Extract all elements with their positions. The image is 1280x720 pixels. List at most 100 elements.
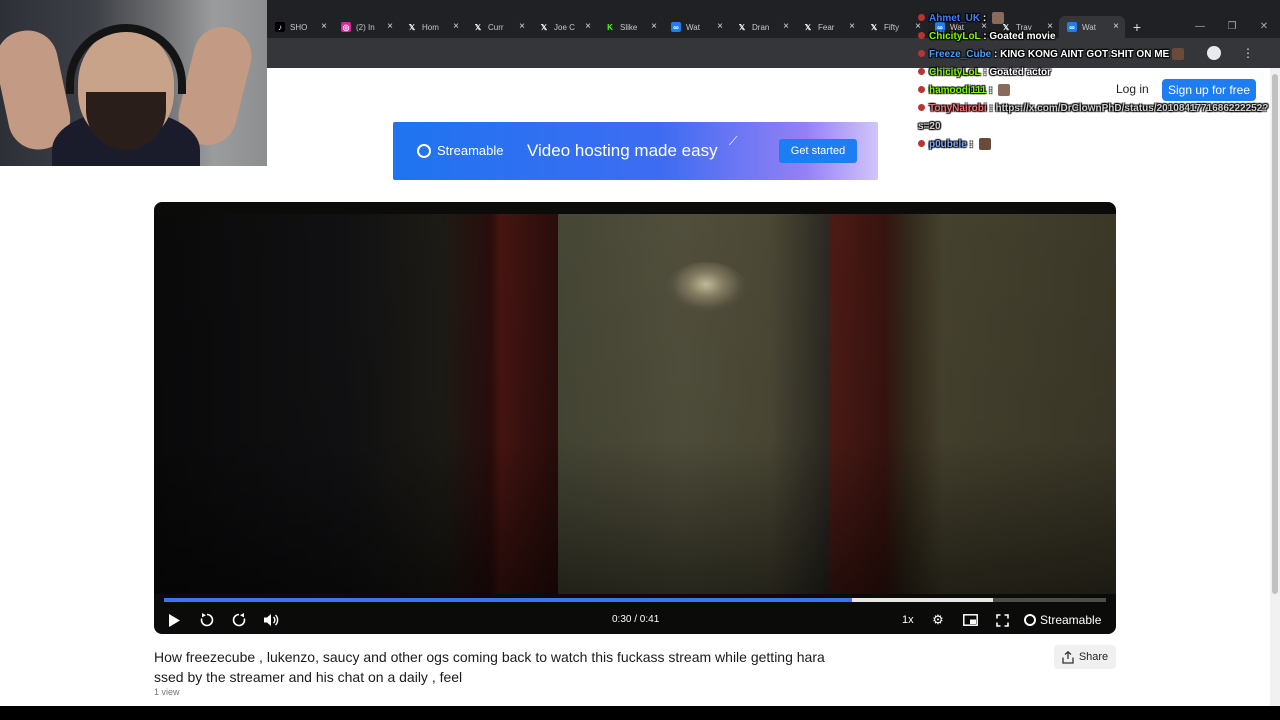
x-icon: 𝕏 <box>408 22 416 32</box>
chat-text: Goated movie <box>989 31 1056 42</box>
page-scrollbar[interactable] <box>1270 68 1280 706</box>
chat-badge-icon <box>918 68 925 75</box>
tab-close-icon[interactable]: × <box>585 21 591 33</box>
chat-username: hamoodi111 <box>929 85 987 96</box>
tab-close-icon[interactable]: × <box>453 21 459 33</box>
video-frame[interactable] <box>154 214 1116 594</box>
forward-icon[interactable] <box>229 610 249 630</box>
chat-text: Goated actor <box>989 67 1052 78</box>
banner-tagline: Video hosting made easy <box>527 141 718 160</box>
x-icon: 𝕏 <box>540 22 548 32</box>
play-icon[interactable] <box>164 610 184 630</box>
share-button[interactable]: Share <box>1054 645 1116 669</box>
browser-tab[interactable]: ∞ Wat × <box>663 16 729 38</box>
x-icon: 𝕏 <box>804 22 812 32</box>
chat-message: Ahmet_UK : <box>918 10 1270 28</box>
chat-username: TonyNairobi <box>929 103 987 114</box>
share-label: Share <box>1078 651 1109 663</box>
browser-tab[interactable]: K Slike × <box>597 16 663 38</box>
browser-tab[interactable]: 𝕏 Hom × <box>399 16 465 38</box>
headphones-icon <box>66 24 186 94</box>
view-count: 1 view <box>154 687 180 697</box>
chat-emote-icon <box>1172 48 1185 61</box>
instagram-icon: ◎ <box>341 22 351 32</box>
chat-emote-icon <box>992 12 1005 25</box>
chat-badge-icon <box>918 32 925 39</box>
video-player[interactable]: 0:30 / 0:41 1x ⚙ Streamable <box>154 202 1116 634</box>
chat-badge-icon <box>918 14 925 21</box>
tab-title: Hom <box>422 22 439 32</box>
chat-username: p0ubele <box>929 139 967 150</box>
chat-overlay: Ahmet_UK : ChicityLoL : Goated movie Free… <box>918 10 1270 154</box>
player-brand-logo[interactable]: Streamable <box>1024 613 1101 627</box>
browser-tab[interactable]: 𝕏 Joe C × <box>531 16 597 38</box>
chat-emote-icon <box>978 138 991 151</box>
chat-message: hamoodi111 : <box>918 82 1270 100</box>
tab-close-icon[interactable]: × <box>783 21 789 33</box>
video-title: How freezecube , lukenzo, saucy and othe… <box>154 649 825 685</box>
x-icon: 𝕏 <box>870 22 878 32</box>
tab-title: Curr <box>488 22 504 32</box>
ad-banner[interactable]: Streamable Video hosting made easy ⟋ Get… <box>393 122 878 180</box>
chat-badge-icon <box>918 86 925 93</box>
chat-message: TonyNairobi : https://x.com/DrClownPhD/s… <box>918 100 1270 136</box>
tab-close-icon[interactable]: × <box>651 21 657 33</box>
settings-gear-icon[interactable]: ⚙ <box>928 610 948 630</box>
chat-separator: : <box>966 139 976 150</box>
picture-in-picture-icon[interactable] <box>960 610 980 630</box>
played-bar <box>164 598 852 602</box>
tab-title: Slike <box>620 22 638 32</box>
fullscreen-icon[interactable] <box>992 610 1012 630</box>
chat-message: Freeze_Cube : KING KONG AINT GOT SHIT ON… <box>918 46 1270 64</box>
browser-tab[interactable]: 𝕏 Dran × <box>729 16 795 38</box>
kick-icon: K <box>607 22 613 32</box>
bottom-edge <box>0 706 1280 720</box>
tab-title: Dran <box>752 22 770 32</box>
browser-tab[interactable]: ◎ (2) In × <box>333 16 399 38</box>
chat-username: Ahmet_UK <box>929 13 981 24</box>
x-icon: 𝕏 <box>474 22 482 32</box>
chat-message: ChicityLoL : Goated actor <box>918 64 1270 82</box>
video-shade <box>154 214 1116 594</box>
tab-close-icon[interactable]: × <box>387 21 393 33</box>
chat-separator: : <box>980 13 990 24</box>
browser-tab[interactable]: ♪ SHO × <box>267 16 333 38</box>
browser-tab[interactable]: 𝕏 Curr × <box>465 16 531 38</box>
tab-close-icon[interactable]: × <box>321 21 327 33</box>
player-brand-label: Streamable <box>1040 613 1102 627</box>
browser-tab[interactable]: 𝕏 Fear × <box>795 16 861 38</box>
chat-message: ChicityLoL : Goated movie <box>918 28 1270 46</box>
chat-emote-icon <box>998 84 1011 97</box>
chat-text: KING KONG AINT GOT SHIT ON ME <box>1000 49 1170 60</box>
screen: ♪ SHO × ◎ (2) In × 𝕏 Hom × 𝕏 Curr × 𝕏 Joe C × K Slike × ∞ W… <box>0 0 1280 720</box>
tiktok-icon: ♪ <box>275 22 285 32</box>
chat-badge-icon <box>918 104 925 111</box>
get-started-button[interactable]: Get started <box>779 139 857 163</box>
tab-title: Fear <box>818 22 835 32</box>
tab-close-icon[interactable]: × <box>717 21 723 33</box>
player-controls: 0:30 / 0:41 1x ⚙ Streamable <box>154 606 1116 634</box>
scrollbar-thumb[interactable] <box>1272 74 1278 594</box>
tab-title: (2) In <box>356 22 375 32</box>
rewind-icon[interactable] <box>197 610 217 630</box>
x-icon: 𝕏 <box>738 22 746 32</box>
chat-username: ChicityLoL <box>929 31 981 42</box>
tab-title: Fifty <box>884 22 900 32</box>
chat-username: Freeze_Cube <box>929 49 992 60</box>
playback-speed-button[interactable]: 1x <box>902 614 914 626</box>
share-icon <box>1062 650 1074 664</box>
banner-logo: Streamable <box>417 143 503 158</box>
tab-title: Wat <box>686 22 700 32</box>
progress-bar[interactable] <box>164 598 1106 602</box>
streamable-logo-icon <box>1024 614 1036 626</box>
volume-icon[interactable] <box>261 610 281 630</box>
webcam-overlay <box>0 0 267 166</box>
tab-close-icon[interactable]: × <box>849 21 855 33</box>
tab-title: Joe C <box>554 22 575 32</box>
tab-title: SHO <box>290 22 308 32</box>
streamable-icon: ∞ <box>671 22 681 32</box>
chat-message: p0ubele : <box>918 136 1270 154</box>
chat-username: ChicityLoL <box>929 67 981 78</box>
tab-close-icon[interactable]: × <box>519 21 525 33</box>
chat-badge-icon <box>918 50 925 57</box>
